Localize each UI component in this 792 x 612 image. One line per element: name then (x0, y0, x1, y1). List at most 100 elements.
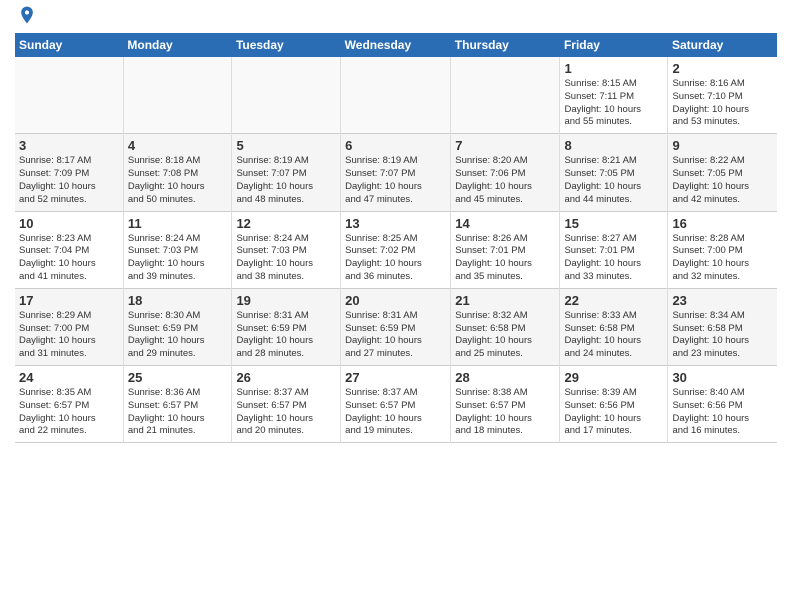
day-header-friday: Friday (560, 33, 668, 57)
week-row-1: 3 Sunrise: 8:17 AM Sunset: 7:09 PM Daylig… (15, 134, 777, 211)
calendar-cell: 5Sunrise: 8:19 AM Sunset: 7:07 PM Daylig… (232, 134, 341, 211)
logo (15, 10, 37, 25)
week-row-3: 17 Sunrise: 8:29 AM Sunset: 7:00 PM Dayli… (15, 288, 777, 365)
day-number: 18 (128, 293, 228, 308)
day-info: Sunrise: 8:34 AM Sunset: 6:58 PM Dayligh… (672, 310, 773, 361)
day-number: 20 (345, 293, 446, 308)
day-info: Sunrise: 8:23 AM Sunset: 7:04 PM Dayligh… (19, 233, 119, 284)
calendar-cell (232, 57, 341, 134)
day-info: Sunrise: 8:20 AM Sunset: 7:06 PM Dayligh… (455, 155, 555, 206)
week-row-2: 10 Sunrise: 8:23 AM Sunset: 7:04 PM Dayli… (15, 211, 777, 288)
calendar-cell: 9Sunrise: 8:22 AM Sunset: 7:05 PM Daylig… (668, 134, 777, 211)
day-info: Sunrise: 8:32 AM Sunset: 6:58 PM Dayligh… (455, 310, 555, 361)
day-number: 3 (19, 138, 119, 153)
calendar-cell: 21 Sunrise: 8:32 AM Sunset: 6:58 PM Dayli… (451, 288, 560, 365)
day-number: 8 (564, 138, 663, 153)
day-number: 1 (564, 61, 663, 76)
day-number: 4 (128, 138, 228, 153)
calendar-cell: 28 Sunrise: 8:38 AM Sunset: 6:57 PM Dayli… (451, 366, 560, 443)
day-info: Sunrise: 8:33 AM Sunset: 6:58 PM Dayligh… (564, 310, 663, 361)
week-row-0: 1 Sunrise: 8:15 AM Sunset: 7:11 PM Daylig… (15, 57, 777, 134)
calendar-cell: 27 Sunrise: 8:37 AM Sunset: 6:57 PM Dayli… (341, 366, 451, 443)
day-number: 17 (19, 293, 119, 308)
day-info: Sunrise: 8:15 AM Sunset: 7:11 PM Dayligh… (564, 78, 663, 129)
calendar-cell (15, 57, 123, 134)
day-number: 6 (345, 138, 446, 153)
calendar-cell: 24 Sunrise: 8:35 AM Sunset: 6:57 PM Dayli… (15, 366, 123, 443)
calendar-cell: 16 Sunrise: 8:28 AM Sunset: 7:00 PM Dayli… (668, 211, 777, 288)
day-number: 10 (19, 216, 119, 231)
day-header-tuesday: Tuesday (232, 33, 341, 57)
day-info: Sunrise: 8:37 AM Sunset: 6:57 PM Dayligh… (345, 387, 446, 438)
day-header-monday: Monday (123, 33, 232, 57)
day-info: Sunrise: 8:16 AM Sunset: 7:10 PM Dayligh… (672, 78, 773, 129)
day-info: Sunrise: 8:17 AM Sunset: 7:09 PM Dayligh… (19, 155, 119, 206)
calendar-cell: 8 Sunrise: 8:21 AM Sunset: 7:05 PM Daylig… (560, 134, 668, 211)
calendar-cell (451, 57, 560, 134)
day-number: 22 (564, 293, 663, 308)
day-info: Sunrise: 8:18 AM Sunset: 7:08 PM Dayligh… (128, 155, 228, 206)
day-number: 14 (455, 216, 555, 231)
day-header-thursday: Thursday (451, 33, 560, 57)
calendar-cell: 7 Sunrise: 8:20 AM Sunset: 7:06 PM Daylig… (451, 134, 560, 211)
calendar-cell: 13 Sunrise: 8:25 AM Sunset: 7:02 PM Dayli… (341, 211, 451, 288)
calendar-cell: 26Sunrise: 8:37 AM Sunset: 6:57 PM Dayli… (232, 366, 341, 443)
day-info: Sunrise: 8:29 AM Sunset: 7:00 PM Dayligh… (19, 310, 119, 361)
calendar-cell: 30Sunrise: 8:40 AM Sunset: 6:56 PM Dayli… (668, 366, 777, 443)
day-info: Sunrise: 8:19 AM Sunset: 7:07 PM Dayligh… (236, 155, 336, 206)
page-container: SundayMondayTuesdayWednesdayThursdayFrid… (0, 0, 792, 448)
calendar-header: SundayMondayTuesdayWednesdayThursdayFrid… (15, 33, 777, 57)
calendar-cell (341, 57, 451, 134)
calendar-cell (123, 57, 232, 134)
day-info: Sunrise: 8:38 AM Sunset: 6:57 PM Dayligh… (455, 387, 555, 438)
day-info: Sunrise: 8:28 AM Sunset: 7:00 PM Dayligh… (672, 233, 773, 284)
day-number: 13 (345, 216, 446, 231)
day-number: 27 (345, 370, 446, 385)
day-header-sunday: Sunday (15, 33, 123, 57)
day-number: 28 (455, 370, 555, 385)
day-info: Sunrise: 8:26 AM Sunset: 7:01 PM Dayligh… (455, 233, 555, 284)
logo-icon (17, 5, 37, 25)
calendar-cell: 3 Sunrise: 8:17 AM Sunset: 7:09 PM Daylig… (15, 134, 123, 211)
day-info: Sunrise: 8:35 AM Sunset: 6:57 PM Dayligh… (19, 387, 119, 438)
day-number: 12 (236, 216, 336, 231)
day-number: 21 (455, 293, 555, 308)
day-info: Sunrise: 8:22 AM Sunset: 7:05 PM Dayligh… (672, 155, 773, 206)
day-info: Sunrise: 8:21 AM Sunset: 7:05 PM Dayligh… (564, 155, 663, 206)
day-info: Sunrise: 8:25 AM Sunset: 7:02 PM Dayligh… (345, 233, 446, 284)
day-number: 11 (128, 216, 228, 231)
logo-text (15, 10, 37, 25)
day-info: Sunrise: 8:24 AM Sunset: 7:03 PM Dayligh… (128, 233, 228, 284)
day-header-wednesday: Wednesday (341, 33, 451, 57)
calendar-table: SundayMondayTuesdayWednesdayThursdayFrid… (15, 33, 777, 443)
day-info: Sunrise: 8:36 AM Sunset: 6:57 PM Dayligh… (128, 387, 228, 438)
calendar-cell: 23 Sunrise: 8:34 AM Sunset: 6:58 PM Dayli… (668, 288, 777, 365)
calendar-cell: 10 Sunrise: 8:23 AM Sunset: 7:04 PM Dayli… (15, 211, 123, 288)
calendar-cell: 22 Sunrise: 8:33 AM Sunset: 6:58 PM Dayli… (560, 288, 668, 365)
calendar-cell: 1 Sunrise: 8:15 AM Sunset: 7:11 PM Daylig… (560, 57, 668, 134)
day-number: 16 (672, 216, 773, 231)
day-info: Sunrise: 8:40 AM Sunset: 6:56 PM Dayligh… (672, 387, 773, 438)
day-number: 7 (455, 138, 555, 153)
day-number: 2 (672, 61, 773, 76)
calendar-body: 1 Sunrise: 8:15 AM Sunset: 7:11 PM Daylig… (15, 57, 777, 443)
day-info: Sunrise: 8:27 AM Sunset: 7:01 PM Dayligh… (564, 233, 663, 284)
day-number: 26 (236, 370, 336, 385)
day-number: 29 (564, 370, 663, 385)
day-info: Sunrise: 8:39 AM Sunset: 6:56 PM Dayligh… (564, 387, 663, 438)
day-number: 24 (19, 370, 119, 385)
day-number: 23 (672, 293, 773, 308)
day-number: 25 (128, 370, 228, 385)
day-number: 15 (564, 216, 663, 231)
calendar-cell: 17 Sunrise: 8:29 AM Sunset: 7:00 PM Dayli… (15, 288, 123, 365)
calendar-cell: 6 Sunrise: 8:19 AM Sunset: 7:07 PM Daylig… (341, 134, 451, 211)
calendar-cell: 11 Sunrise: 8:24 AM Sunset: 7:03 PM Dayli… (123, 211, 232, 288)
calendar-cell: 4 Sunrise: 8:18 AM Sunset: 7:08 PM Daylig… (123, 134, 232, 211)
day-info: Sunrise: 8:31 AM Sunset: 6:59 PM Dayligh… (345, 310, 446, 361)
day-info: Sunrise: 8:24 AM Sunset: 7:03 PM Dayligh… (236, 233, 336, 284)
header-row: SundayMondayTuesdayWednesdayThursdayFrid… (15, 33, 777, 57)
calendar-cell: 25 Sunrise: 8:36 AM Sunset: 6:57 PM Dayli… (123, 366, 232, 443)
day-info: Sunrise: 8:19 AM Sunset: 7:07 PM Dayligh… (345, 155, 446, 206)
day-info: Sunrise: 8:30 AM Sunset: 6:59 PM Dayligh… (128, 310, 228, 361)
header (15, 10, 777, 25)
